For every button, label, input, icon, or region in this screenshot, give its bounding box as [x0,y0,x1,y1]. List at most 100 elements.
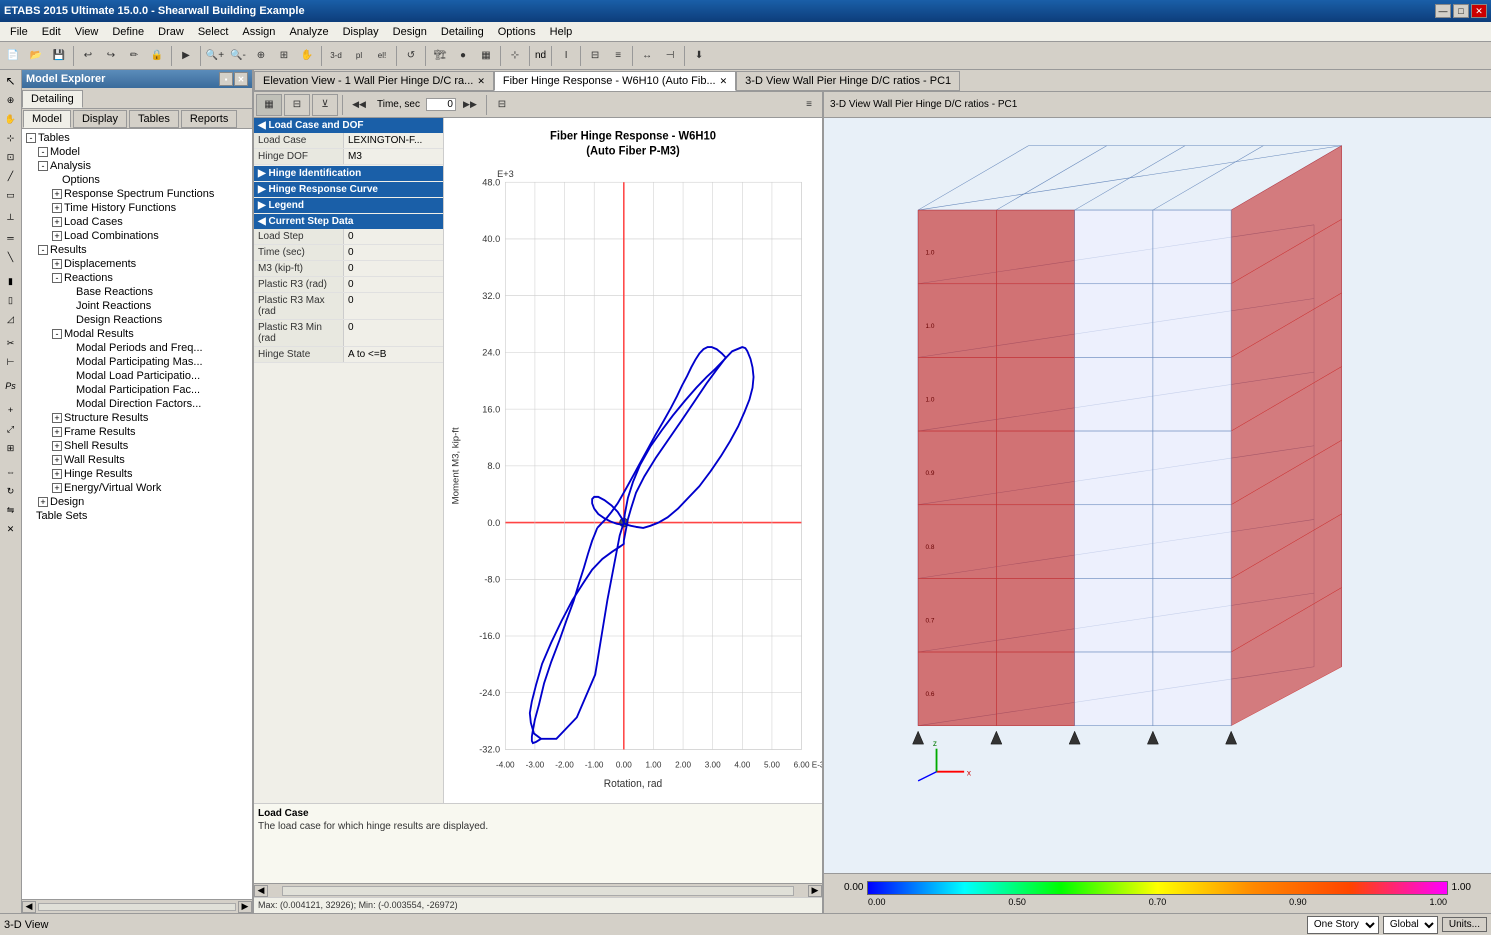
view-tab-fiber-close[interactable]: ✕ [720,76,728,87]
tree-item-design-reactions[interactable]: Design Reactions [24,313,250,327]
minimize-button[interactable]: — [1435,4,1451,18]
scroll-left-btn[interactable]: ◀ [22,901,36,913]
tree-toggle-model[interactable]: - [38,147,48,157]
prop-section-hinge-response[interactable]: ▶ Hinge Response Curve [254,182,443,197]
draw-column-tool[interactable]: ┴ [2,210,20,228]
view-tab-elevation-close[interactable]: ✕ [477,76,485,87]
draw-ramp-tool[interactable]: ◿ [2,310,20,328]
tree-toggle-frame[interactable]: + [52,427,62,437]
menu-analyze[interactable]: Analyze [283,24,334,40]
explorer-float-button[interactable]: ▪ [219,72,233,86]
prop-section-hinge-id[interactable]: ▶ Hinge Identification [254,166,443,181]
fiber-view-button[interactable]: ▦ [256,94,282,116]
tree-item-structure[interactable]: + Structure Results [24,411,250,425]
dimension-button[interactable]: ↔ [636,45,658,67]
frame-button[interactable]: ▦ [475,45,497,67]
tree-item-shell[interactable]: + Shell Results [24,439,250,453]
scroll-right-btn[interactable]: ▶ [238,901,252,913]
pointer-tool[interactable]: ↖ [2,72,20,90]
sub-tab-display[interactable]: Display [73,110,127,128]
fiber-settings-button[interactable]: ≡ [798,94,820,116]
report-button[interactable]: ≡ [607,45,629,67]
delete-tool[interactable]: ✕ [2,520,20,538]
draw-mode-button[interactable]: ✏ [123,45,145,67]
draw-beam-tool[interactable]: ═ [2,229,20,247]
fiber-hscroll-bar[interactable]: ◀ ▶ [254,883,822,897]
chart-scroll-right[interactable]: ▶ [808,885,822,897]
open-button[interactable]: 📂 [25,45,47,67]
rotate-tool[interactable]: ↻ [2,482,20,500]
view-3d-content[interactable]: x z 1.0 1.0 1.0 0.9 0.8 0.7 0.6 [824,118,1491,873]
units-button[interactable]: Units... [1442,917,1487,932]
hscroll-track[interactable] [38,903,236,911]
tree-toggle-reactions[interactable]: - [52,273,62,283]
tree-item-results[interactable]: - Results [24,243,250,257]
zoom-in-button[interactable]: 🔍+ [204,45,226,67]
view-tab-elevation[interactable]: Elevation View - 1 Wall Pier Hinge D/C r… [254,71,494,91]
tree-item-model[interactable]: - Model [24,145,250,159]
tree-toggle-modal[interactable]: - [52,329,62,339]
tree-item-options[interactable]: Options [24,173,250,187]
3d-view-button[interactable]: 3-d [325,45,347,67]
rubber-band-tool[interactable]: ⊡ [2,148,20,166]
chart-hscroll-track[interactable] [282,886,794,896]
prop-section-current-step[interactable]: ◀ Current Step Data [254,214,443,229]
fiber-expand-button[interactable]: ⊟ [491,94,513,116]
undo-button[interactable]: ↩ [77,45,99,67]
fiber-prev-button[interactable]: ◀◀ [347,94,371,116]
tree-toggle-structure[interactable]: + [52,413,62,423]
tree-item-displacements[interactable]: + Displacements [24,257,250,271]
tree-item-base-reactions[interactable]: Base Reactions [24,285,250,299]
select-tool[interactable]: ⊹ [2,129,20,147]
tree-item-hinge[interactable]: + Hinge Results [24,467,250,481]
tree-toggle-results[interactable]: - [38,245,48,255]
tree-item-rsf[interactable]: + Response Spectrum Functions [24,187,250,201]
tree-toggle-design[interactable]: + [38,497,48,507]
menu-edit[interactable]: Edit [36,24,67,40]
replicate-tool[interactable]: ⊞ [2,439,20,457]
tree-item-tablesets[interactable]: Table Sets [24,509,250,523]
draw-wall-tool[interactable]: ▮ [2,272,20,290]
fiber-combo-button[interactable]: ⊻ [312,94,338,116]
refresh-button[interactable]: ↺ [400,45,422,67]
tree-toggle-wall[interactable]: + [52,455,62,465]
zoom-out-button[interactable]: 🔍- [227,45,249,67]
tree-item-loadcases[interactable]: + Load Cases [24,215,250,229]
plan-button[interactable]: pl [348,45,370,67]
global-dropdown[interactable]: Global Local [1383,916,1438,934]
menu-file[interactable]: File [4,24,34,40]
pan-tool[interactable]: ✋ [2,110,20,128]
tree-item-thf[interactable]: + Time History Functions [24,201,250,215]
zoom-window-button[interactable]: ⊕ [250,45,272,67]
explorer-hscroll[interactable]: ◀ ▶ [22,899,252,913]
chart-scroll-left[interactable]: ◀ [254,885,268,897]
tree-toggle-displacements[interactable]: + [52,259,62,269]
zoom-fit-button[interactable]: ⊞ [273,45,295,67]
explorer-close-button[interactable]: ✕ [234,72,248,86]
menu-assign[interactable]: Assign [236,24,281,40]
menu-display[interactable]: Display [337,24,385,40]
run-button[interactable]: ▶ [175,45,197,67]
scale-tool[interactable]: ⇔ [2,463,20,481]
tree-toggle-rsf[interactable]: + [52,189,62,199]
select-toolbar-button[interactable]: ⊹ [504,45,526,67]
prop-section-legend[interactable]: ▶ Legend [254,198,443,213]
tree-toggle-loadcombo[interactable]: + [52,231,62,241]
node-button[interactable]: ● [452,45,474,67]
tree-item-reactions[interactable]: - Reactions [24,271,250,285]
edit-tool[interactable]: ✂ [2,334,20,352]
sub-tab-reports[interactable]: Reports [181,110,238,128]
close-button[interactable]: ✕ [1471,4,1487,18]
save-button[interactable]: 💾 [48,45,70,67]
tree-item-modal-mass[interactable]: Modal Participating Mas... [24,355,250,369]
tree-item-tables[interactable]: - Tables [24,131,250,145]
view-tab-fiber[interactable]: Fiber Hinge Response - W6H10 (Auto Fib..… [494,71,736,91]
export-button[interactable]: ⬇ [688,45,710,67]
tree-toggle-hinge[interactable]: + [52,469,62,479]
menu-draw[interactable]: Draw [152,24,190,40]
view-tab-3d[interactable]: 3-D View Wall Pier Hinge D/C ratios - PC… [736,71,960,91]
section-cut-button[interactable]: ⊟ [584,45,606,67]
tree-toggle-shell[interactable]: + [52,441,62,451]
pan-button[interactable]: ✋ [296,45,318,67]
tree-item-modal-dir[interactable]: Modal Direction Factors... [24,397,250,411]
